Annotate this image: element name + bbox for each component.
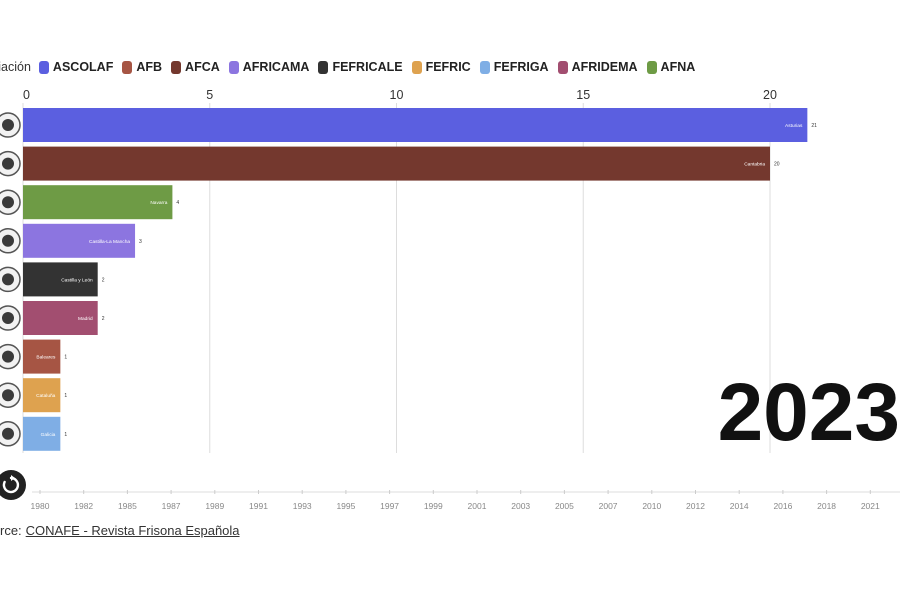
current-year-label: 2023 [718,367,900,458]
bar-value-label: 20 [774,162,780,168]
bar-chart-race: 0 5 10 15 20 Asturias 21Cantabria 20Navarra 4Ca… [0,88,900,511]
bar-value-label: 1 [64,432,67,438]
cow-icon [2,157,14,170]
bar-value-label: 21 [811,123,817,129]
timeline-year-label[interactable]: 2001 [468,501,487,511]
timeline-year-label[interactable]: 2012 [686,501,705,511]
bar-label: Baleares [36,355,56,361]
timeline-year-label[interactable]: 1997 [380,501,399,511]
x-tick-label: 10 [390,88,404,102]
timeline-year-label[interactable]: 1999 [424,501,443,511]
source-prefix: rce: [0,523,22,538]
x-tick-label: 15 [576,88,590,102]
x-tick-label: 0 [23,88,30,102]
cow-icon [2,312,14,324]
timeline-year-label[interactable]: 1995 [336,501,355,511]
bar-value-label: 2 [102,316,105,322]
bar-value-label: 1 [64,355,67,361]
x-axis: 0 5 10 15 20 [23,88,777,102]
timeline-year-label[interactable]: 2010 [642,501,661,511]
bar-label: Madrid [78,316,93,322]
bar-label: Navarra [150,200,167,206]
cow-icon [2,234,14,247]
x-tick-label: 20 [763,88,777,102]
timeline-year-label[interactable]: 1991 [249,501,268,511]
source-note: rce: CONAFE - Revista Frisona Española [0,523,240,538]
timeline-year-label[interactable]: 2007 [599,501,618,511]
bar-label: Castilla-La Mancha [89,239,130,245]
bar-value-label: 4 [176,200,179,206]
bar-asturias [23,108,808,142]
timeline-year-label[interactable]: 1987 [162,501,181,511]
timeline-year-label[interactable]: 2014 [730,501,749,511]
timeline-year-label[interactable]: 2021 [861,501,880,511]
timeline-year-label[interactable]: 2003 [511,501,530,511]
timeline[interactable]: 1980 1982 1985 1987 1989 1991 1993 1995 1997 1999… [31,490,900,511]
cow-icon [2,350,14,363]
cow-icon [2,119,14,131]
cow-icon [2,427,14,440]
timeline-year-label[interactable]: 1993 [293,501,312,511]
replay-icon [2,475,20,494]
bars: Asturias 21Cantabria 20Navarra 4Castilla-La… [23,108,817,451]
timeline-year-label[interactable]: 1980 [31,501,50,511]
bar-value-label: 3 [139,239,142,245]
timeline-year-label[interactable]: 1989 [205,501,224,511]
cow-icon [2,273,14,286]
bar-label: Galicia [41,432,56,438]
bar-cantabria [23,146,770,181]
bar-label: Asturias [785,123,803,129]
bar-value-label: 1 [64,393,67,399]
x-tick-label: 5 [206,88,213,102]
bar-label: Cantabria [744,162,765,168]
logos [0,112,21,447]
bar-label: Castilla y León [61,277,93,283]
cow-icon [2,389,14,402]
bar-label: Cataluña [36,393,56,399]
timeline-year-label[interactable]: 2005 [555,501,574,511]
timeline-year-label[interactable]: 1982 [74,501,93,511]
cow-icon [2,196,14,209]
timeline-year-label[interactable]: 2016 [773,501,792,511]
timeline-year-label[interactable]: 2018 [817,501,836,511]
source-link[interactable]: CONAFE - Revista Frisona Española [26,523,240,538]
bar-value-label: 2 [102,277,105,283]
timeline-year-label[interactable]: 1985 [118,501,137,511]
